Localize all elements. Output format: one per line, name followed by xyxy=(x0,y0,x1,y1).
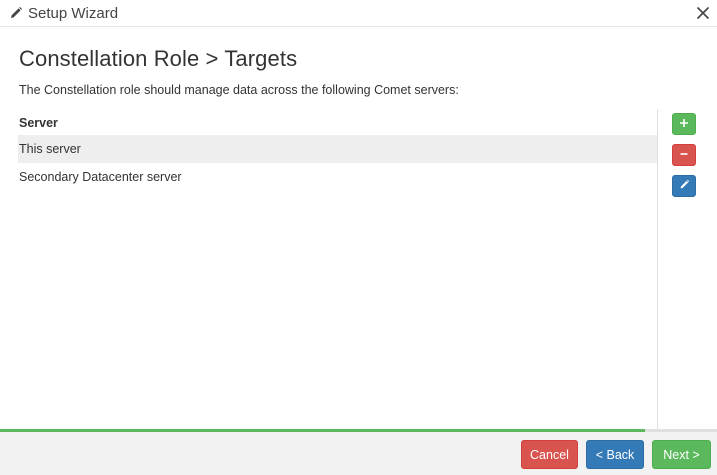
server-label: Secondary Datacenter server xyxy=(19,170,182,184)
minus-icon xyxy=(679,146,689,164)
table-header-server: Server xyxy=(19,116,58,130)
pencil-icon xyxy=(679,177,690,195)
title-bar: Setup Wizard xyxy=(0,0,717,27)
server-label: This server xyxy=(19,142,81,156)
page-title: Constellation Role > Targets xyxy=(19,46,298,71)
cancel-button[interactable]: Cancel xyxy=(521,440,578,469)
plus-icon xyxy=(679,115,689,133)
next-button[interactable]: Next > xyxy=(652,440,711,469)
add-server-button[interactable] xyxy=(672,113,696,135)
page-description: The Constellation role should manage dat… xyxy=(19,83,459,97)
table-row[interactable]: Secondary Datacenter server xyxy=(18,163,657,191)
remove-server-button[interactable] xyxy=(672,144,696,166)
edit-server-button[interactable] xyxy=(672,175,696,197)
pencil-icon xyxy=(9,6,23,20)
server-table: Server This server Secondary Datacenter … xyxy=(18,109,658,441)
window-title: Setup Wizard xyxy=(28,5,119,22)
wizard-footer: Cancel < Back Next > xyxy=(0,432,717,475)
back-button[interactable]: < Back xyxy=(586,440,644,469)
close-icon[interactable] xyxy=(696,6,710,20)
table-row[interactable]: This server xyxy=(18,135,657,163)
